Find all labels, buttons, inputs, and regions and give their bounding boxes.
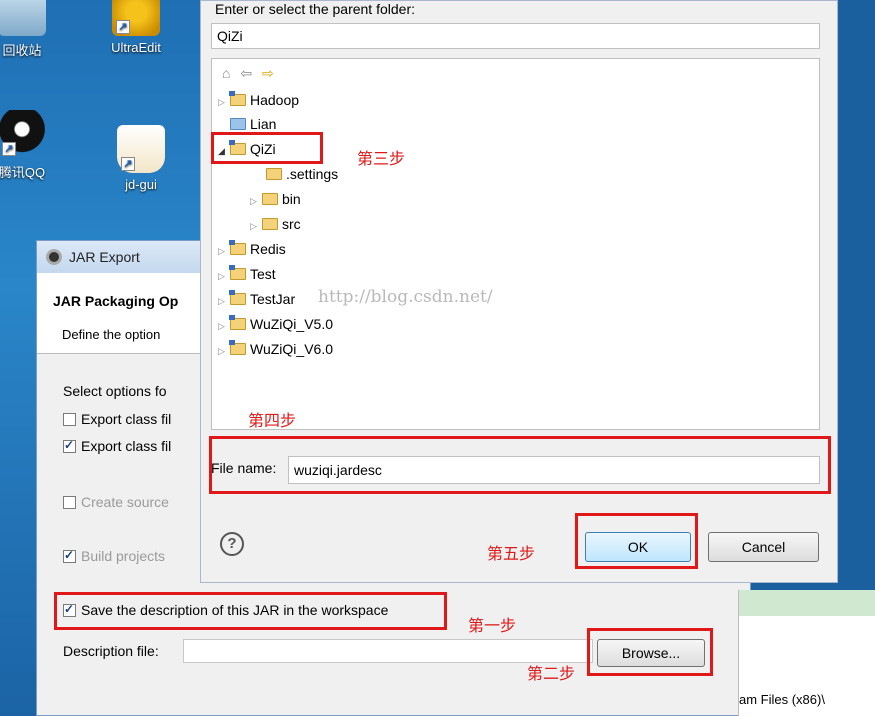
checkbox[interactable] <box>63 413 76 426</box>
expand-arrow-icon[interactable]: ▷ <box>218 271 230 282</box>
option-label: Build projects <box>81 548 166 564</box>
back-icon[interactable]: ⇦ <box>240 65 252 81</box>
checkbox <box>63 496 76 509</box>
shortcut-arrow-icon: ↗ <box>2 142 16 156</box>
folder-icon <box>262 193 278 205</box>
desktop-icon-label: 回收站 <box>2 43 42 58</box>
checkbox <box>63 548 76 563</box>
help-icon[interactable]: ? <box>220 532 244 556</box>
annotation-box-step1 <box>54 592 447 630</box>
expand-arrow-icon[interactable]: ▷ <box>218 321 230 332</box>
export-class-files-option-2[interactable]: Export class fil <box>63 438 171 454</box>
wizard-description: Define the option <box>62 327 161 342</box>
parent-folder-input[interactable]: QiZi <box>211 23 820 49</box>
desktop-icon-qq[interactable]: ↗ 腾讯QQ <box>0 110 62 181</box>
watermark-text: http://blog.csdn.net/ <box>318 287 493 307</box>
tree-item-lian[interactable]: Lian <box>218 116 276 132</box>
tree-item-src[interactable]: ▷ src <box>250 216 301 232</box>
tree-item-test[interactable]: ▷ Test <box>218 265 276 282</box>
desktop-icon-ultraedit[interactable]: ↗ UltraEdit <box>96 0 176 55</box>
desktop-icon-label: 腾讯QQ <box>0 165 46 180</box>
description-file-label: Description file: <box>63 643 159 659</box>
tree-item-redis[interactable]: ▷ Redis <box>218 240 286 257</box>
annotation-box-step5 <box>575 513 698 569</box>
qq-penguin-icon: ↗ <box>0 110 46 158</box>
option-label: Export class fil <box>81 411 172 427</box>
shortcut-arrow-icon: ↗ <box>121 157 135 171</box>
create-source-option: Create source <box>63 494 169 510</box>
desktop-icon-jd-gui[interactable]: ↗ jd-gui <box>101 125 181 192</box>
folder-selection-dialog: Enter or select the parent folder: QiZi … <box>200 0 838 583</box>
background-panel: am Files (x86)\ <box>738 590 875 716</box>
tree-toolbar: ⌂ ⇦ ⇨ <box>222 65 274 82</box>
tree-item-label: Test <box>250 266 276 282</box>
parent-folder-prompt: Enter or select the parent folder: <box>215 1 415 17</box>
expand-arrow-icon[interactable]: ▷ <box>218 246 230 257</box>
option-label: Create source <box>81 494 169 510</box>
checkbox[interactable] <box>63 438 76 453</box>
tree-item-wuziqi-v5[interactable]: ▷ WuZiQi_V5.0 <box>218 315 333 332</box>
select-options-label: Select options fo <box>63 383 167 399</box>
annotation-box-step3 <box>211 132 323 164</box>
build-projects-option: Build projects <box>63 548 165 564</box>
option-label: Export class fil <box>81 438 172 454</box>
annotation-box-step2 <box>587 628 713 676</box>
expand-arrow-icon[interactable]: ▷ <box>218 346 230 357</box>
project-folder-icon <box>229 91 246 106</box>
expand-arrow-icon[interactable]: ▷ <box>250 196 262 207</box>
expand-arrow-icon[interactable]: ▷ <box>218 97 230 108</box>
highlight-bar <box>739 590 875 616</box>
annotation-box-step4 <box>209 436 831 494</box>
home-icon[interactable]: ⌂ <box>222 65 230 81</box>
path-text: am Files (x86)\ <box>739 692 825 707</box>
expand-arrow-icon[interactable]: ▷ <box>218 296 230 307</box>
tree-item-label: bin <box>282 191 301 207</box>
cancel-button[interactable]: Cancel <box>708 532 819 562</box>
step2-label: 第二步 <box>527 666 576 683</box>
tree-item-hadoop[interactable]: ▷ Hadoop <box>218 91 300 108</box>
tree-item-label: TestJar <box>250 291 296 307</box>
tree-item-wuziqi-v6[interactable]: ▷ WuZiQi_V6.0 <box>218 340 333 357</box>
eclipse-icon <box>46 249 62 265</box>
expand-arrow-icon[interactable]: ▷ <box>250 221 262 232</box>
folder-tree[interactable]: ⌂ ⇦ ⇨ ▷ Hadoop Lian ◢ QiZi .settings ▷ bin … <box>211 58 820 430</box>
project-folder-icon <box>229 265 246 280</box>
coffee-cup-icon: ↗ <box>117 125 165 173</box>
project-folder-icon <box>229 340 246 355</box>
wizard-title: JAR Packaging Op <box>53 293 179 309</box>
recycle-bin-icon <box>0 0 46 36</box>
step1-label: 第一步 <box>468 618 517 635</box>
closed-project-icon <box>230 118 246 130</box>
folder-icon <box>262 218 278 230</box>
step4-label: 第四步 <box>248 413 297 430</box>
tree-item-label: src <box>282 216 301 232</box>
project-folder-icon <box>229 315 246 330</box>
export-class-files-option-1[interactable]: Export class fil <box>63 411 171 427</box>
desktop-icon-recycle-bin[interactable]: 回收站 <box>0 0 62 59</box>
forward-icon[interactable]: ⇨ <box>262 65 274 81</box>
folder-icon <box>266 168 282 180</box>
shortcut-arrow-icon: ↗ <box>116 20 130 34</box>
tree-item-label: WuZiQi_V6.0 <box>250 341 333 357</box>
desktop-icon-label: UltraEdit <box>111 40 161 55</box>
tree-item-bin[interactable]: ▷ bin <box>250 191 301 207</box>
project-folder-icon <box>229 240 246 255</box>
tree-item-label: .settings <box>286 166 339 182</box>
step5-label: 第五步 <box>487 546 536 563</box>
window-title: JAR Export <box>69 249 140 265</box>
tree-item-label: Hadoop <box>250 92 300 108</box>
tree-item-label: Lian <box>250 116 277 132</box>
tree-item-label: WuZiQi_V5.0 <box>250 316 333 332</box>
ultraedit-icon: ↗ <box>112 0 160 36</box>
tree-item-settings[interactable]: .settings <box>266 166 338 182</box>
step3-label: 第三步 <box>357 151 406 168</box>
project-folder-icon <box>229 290 246 305</box>
tree-item-testjar[interactable]: ▷ TestJar <box>218 290 296 307</box>
tree-item-label: Redis <box>250 241 286 257</box>
desktop-icon-label: jd-gui <box>125 177 157 192</box>
